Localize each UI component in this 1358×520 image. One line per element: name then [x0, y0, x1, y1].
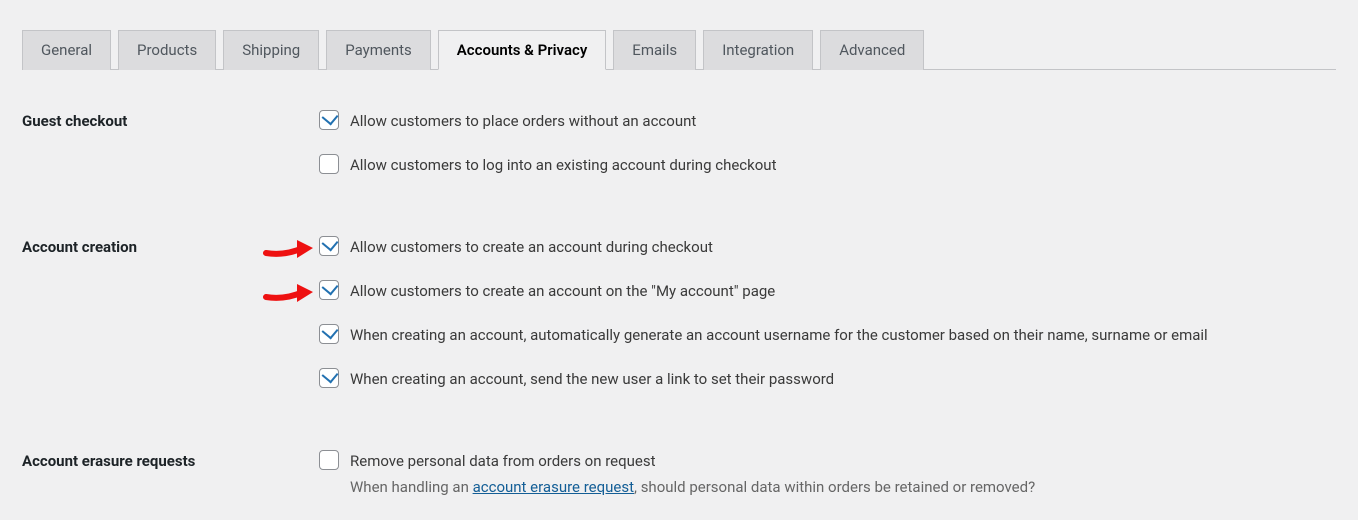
checkbox-auto-username[interactable] — [319, 324, 339, 344]
tab-emails[interactable]: Emails — [613, 30, 696, 70]
section-label-guest-checkout: Guest checkout — [22, 110, 319, 130]
label-create-during-checkout[interactable]: Allow customers to create an account dur… — [350, 236, 713, 258]
settings-tabs: GeneralProductsShippingPaymentsAccounts … — [22, 0, 1336, 70]
label-guest-orders[interactable]: Allow customers to place orders without … — [350, 110, 696, 132]
link-account-erasure-request[interactable]: account erasure request — [473, 478, 634, 496]
label-password-link[interactable]: When creating an account, send the new u… — [350, 368, 834, 390]
label-auto-username[interactable]: When creating an account, automatically … — [350, 324, 1208, 346]
section-account-erasure: Account erasure requests Remove personal… — [22, 450, 1336, 498]
label-guest-login[interactable]: Allow customers to log into an existing … — [350, 154, 776, 176]
section-label-account-erasure: Account erasure requests — [22, 450, 319, 470]
label-create-my-account[interactable]: Allow customers to create an account on … — [350, 280, 775, 302]
section-guest-checkout: Guest checkout Allow customers to place … — [22, 110, 1336, 176]
tab-products[interactable]: Products — [118, 30, 216, 70]
tab-accounts[interactable]: Accounts & Privacy — [438, 30, 607, 70]
tab-advanced[interactable]: Advanced — [820, 30, 924, 70]
checkbox-password-link[interactable] — [319, 368, 339, 388]
section-label-account-creation: Account creation — [22, 236, 319, 256]
checkbox-remove-personal-data[interactable] — [319, 450, 339, 470]
tab-payments[interactable]: Payments — [326, 30, 431, 70]
annotation-arrow-icon — [263, 280, 313, 304]
checkbox-guest-login[interactable] — [319, 154, 339, 174]
checkbox-create-my-account[interactable] — [319, 280, 339, 300]
checkbox-guest-orders[interactable] — [319, 110, 339, 130]
tab-integration[interactable]: Integration — [703, 30, 813, 70]
label-remove-personal-data[interactable]: Remove personal data from orders on requ… — [350, 450, 656, 472]
checkbox-create-during-checkout[interactable] — [319, 236, 339, 256]
section-account-creation: Account creation Allow customers to crea… — [22, 236, 1336, 390]
tab-general[interactable]: General — [22, 30, 111, 70]
erasure-description: When handling an account erasure request… — [350, 476, 1336, 498]
tab-shipping[interactable]: Shipping — [223, 30, 319, 70]
